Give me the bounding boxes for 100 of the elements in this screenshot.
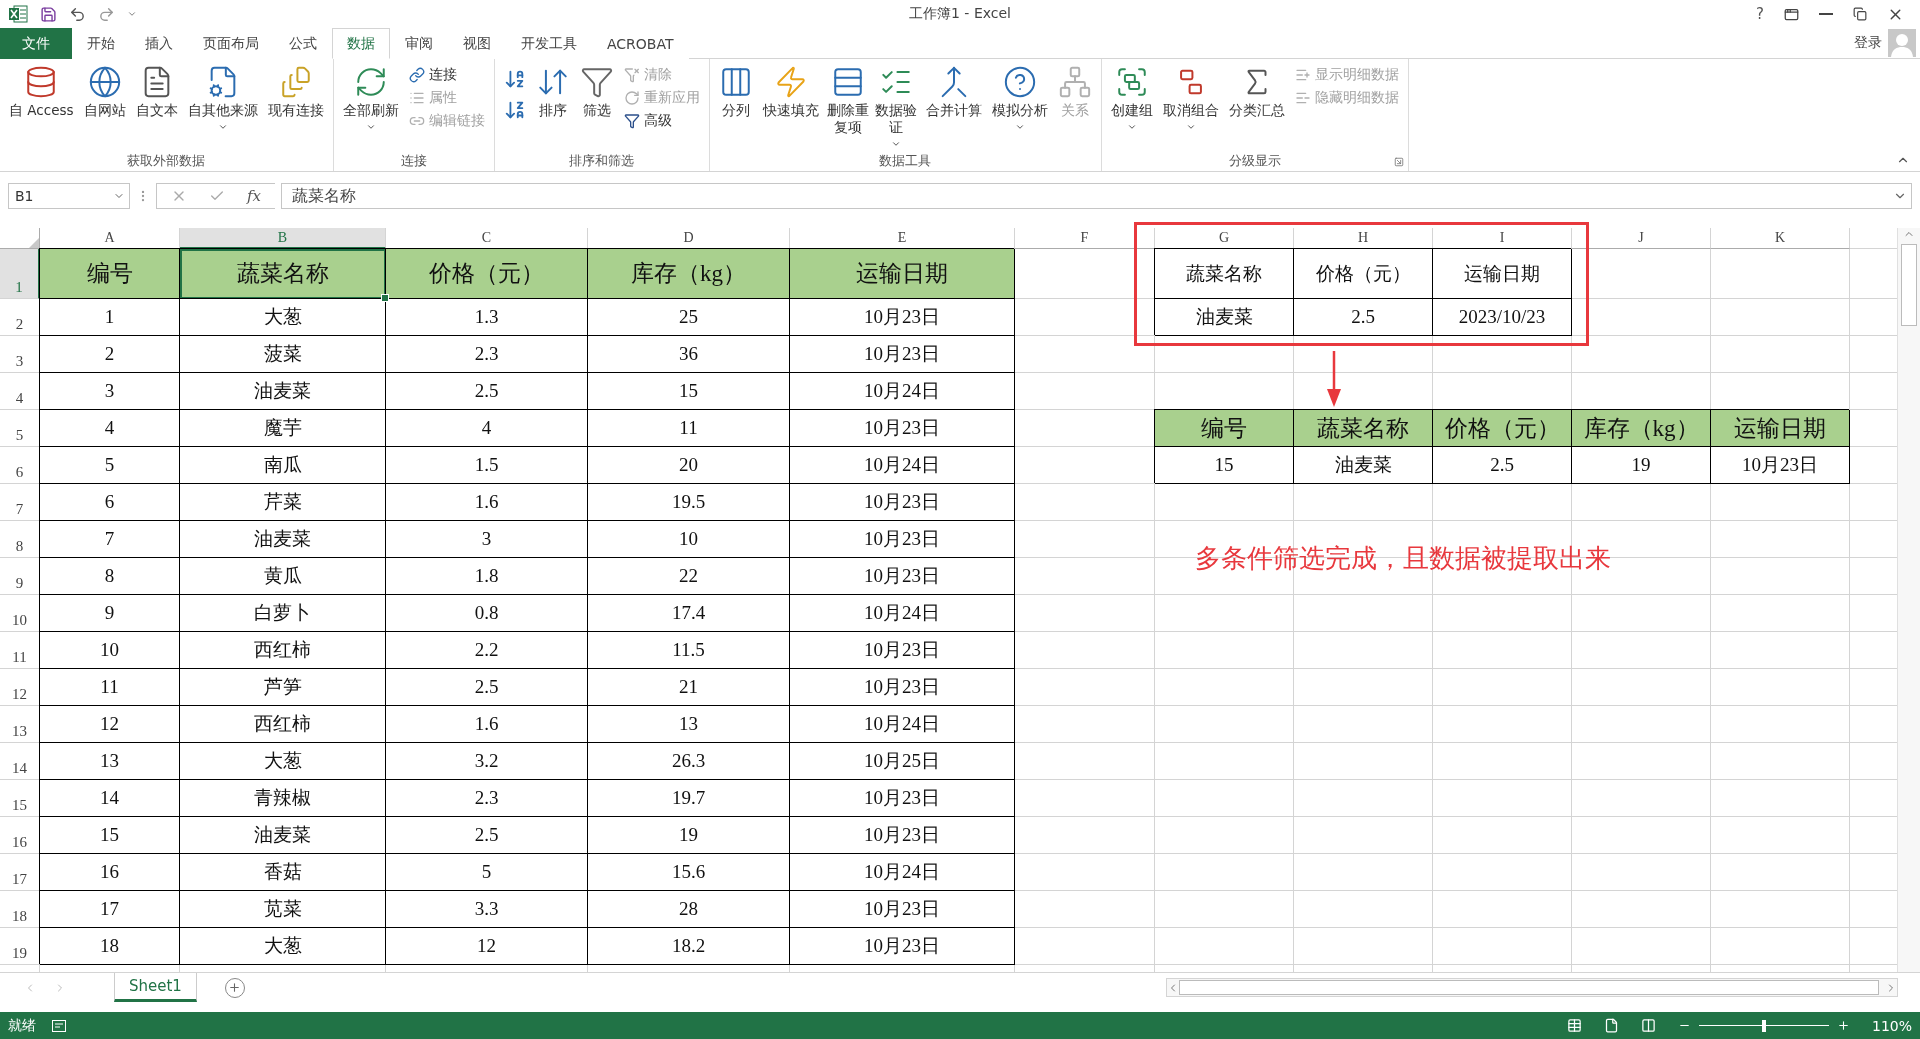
formula-field[interactable]: 蔬菜名称 — [281, 183, 1912, 209]
table-cell: 南瓜 — [180, 447, 386, 484]
group-title: 排序和筛选 — [569, 152, 634, 170]
caret-icon — [1126, 122, 1137, 132]
ribbon-button[interactable]: 合并计算 — [922, 63, 985, 121]
redo-icon[interactable] — [98, 5, 115, 23]
ribbon-button[interactable]: 模拟分析 — [988, 63, 1051, 134]
ribbon-button[interactable]: 自文本 — [132, 63, 181, 121]
filter-icon — [579, 65, 614, 99]
macro-record-icon[interactable] — [52, 1019, 66, 1032]
table-cell: 运输日期 — [1711, 410, 1850, 447]
help-button[interactable]: ? — [1748, 5, 1772, 23]
insert-function-button[interactable]: fx — [247, 187, 261, 205]
ribbon-tab[interactable]: 文件 — [0, 28, 72, 59]
scroll-thumb[interactable] — [1179, 980, 1879, 995]
page-break-icon[interactable] — [1640, 1018, 1656, 1033]
table-cell: 蔬菜名称 — [180, 249, 386, 299]
table-cell: 15 — [1155, 447, 1294, 484]
table-cell: 6 — [40, 484, 180, 521]
table-cell: 25 — [588, 299, 790, 336]
table-cell: 大葱 — [180, 928, 386, 965]
table-cell: 西红柿 — [180, 632, 386, 669]
ribbon-button[interactable]: 全部刷新 — [339, 63, 402, 134]
table-cell: 2.2 — [386, 632, 588, 669]
table-cell: 10月23日 — [790, 299, 1015, 336]
table-cell: 价格（元） — [1433, 410, 1572, 447]
name-box[interactable]: B1 — [8, 183, 130, 209]
scroll-thumb[interactable] — [1901, 244, 1917, 326]
ribbon-button[interactable]: 自网站 — [80, 63, 129, 121]
table-cell: 10月23日 — [790, 632, 1015, 669]
ribbon-button[interactable]: 取消组合 — [1159, 63, 1222, 134]
table-cell: 18 — [40, 928, 180, 965]
annotation-text: 多条件筛选完成，且数据被提取出来 — [1193, 541, 1612, 575]
table-cell: 2.5 — [386, 669, 588, 706]
status-text: 就绪 — [8, 1016, 36, 1035]
ribbon-button[interactable]: 筛选 — [576, 63, 617, 121]
table-cell: 2.5 — [1433, 447, 1572, 484]
caret-icon — [217, 122, 228, 132]
ribbon-button[interactable]: 连接 — [405, 65, 488, 85]
ribbon-button[interactable]: 数据验证 — [874, 63, 919, 151]
ribbon-button[interactable]: 排序 — [532, 63, 573, 121]
ribbon-button[interactable]: 现有连接 — [264, 63, 327, 121]
customize-icon[interactable] — [127, 9, 137, 19]
ribbon-button[interactable]: 自 Access — [6, 63, 77, 121]
ribbon-button[interactable]: 删除重复项 — [825, 63, 871, 138]
ribbon-button[interactable]: 快速填充 — [759, 63, 822, 121]
table-cell: 20 — [588, 447, 790, 484]
group-title: 连接 — [400, 152, 427, 170]
caret-icon — [1185, 122, 1196, 132]
sign-in-link[interactable]: 登录 — [1854, 34, 1882, 52]
table-cell: 15.6 — [588, 854, 790, 891]
table-cell: 19 — [588, 817, 790, 854]
list-icon — [408, 90, 425, 106]
table-cell: 2.3 — [386, 336, 588, 373]
table-cell: 1.6 — [386, 484, 588, 521]
sheet-tab[interactable]: Sheet1 — [114, 973, 197, 1002]
table-cell: 芦笋 — [180, 669, 386, 706]
table-cell: 芹菜 — [180, 484, 386, 521]
table-cell: 12 — [40, 706, 180, 743]
table-cell: 10月24日 — [790, 447, 1015, 484]
save-icon[interactable] — [40, 5, 57, 23]
table-cell: 油麦菜 — [1155, 299, 1294, 336]
table-cell: 2.3 — [386, 780, 588, 817]
ribbon-button[interactable]: 创建组 — [1107, 63, 1156, 134]
table-cell: 26.3 — [588, 743, 790, 780]
table-cell: 油麦菜 — [1294, 447, 1433, 484]
ribbon-button[interactable]: 分列 — [715, 63, 756, 121]
ribbon-button[interactable]: 分类汇总 — [1225, 63, 1288, 121]
horizontal-scrollbar[interactable] — [1166, 978, 1898, 997]
ribbon-button[interactable]: 高级 — [620, 111, 703, 131]
table-cell: 10月23日 — [790, 928, 1015, 965]
table-cell: 10月23日 — [790, 780, 1015, 817]
row-header[interactable]: 1 — [0, 249, 40, 299]
ribbon-tab[interactable]: 数据 — [332, 28, 390, 59]
table-cell: 香菇 — [180, 854, 386, 891]
page-layout-icon[interactable] — [1603, 1018, 1619, 1033]
table-cell: 4 — [40, 410, 180, 447]
column-header[interactable]: B — [180, 228, 386, 249]
normal-view-icon[interactable] — [1566, 1018, 1582, 1033]
group-title: 数据工具 — [879, 152, 932, 170]
table-cell: 10月23日 — [790, 410, 1015, 447]
table-cell: 16 — [40, 854, 180, 891]
down-arrow — [1325, 351, 1343, 407]
vertical-scrollbar[interactable] — [1897, 228, 1920, 972]
table-cell: 西红柿 — [180, 706, 386, 743]
ribbon-button[interactable]: 自其他来源 — [184, 63, 261, 134]
group-title: 获取外部数据 — [127, 152, 206, 170]
dialog-launcher-icon[interactable] — [1393, 157, 1404, 167]
question-icon — [1002, 65, 1037, 99]
table-cell: 10月23日 — [1711, 447, 1850, 484]
zoom-in-icon[interactable] — [1836, 1019, 1850, 1032]
table-cell: 0.8 — [386, 595, 588, 632]
table-cell: 2.5 — [1294, 299, 1433, 336]
minimize-icon — [1819, 13, 1833, 15]
table-cell: 2.5 — [386, 373, 588, 410]
table-cell: 14 — [40, 780, 180, 817]
zoom-level: 110% — [1871, 1017, 1912, 1034]
undo-icon[interactable] — [69, 5, 86, 23]
table-cell: 蔬菜名称 — [1155, 249, 1294, 299]
table-cell: 18.2 — [588, 928, 790, 965]
